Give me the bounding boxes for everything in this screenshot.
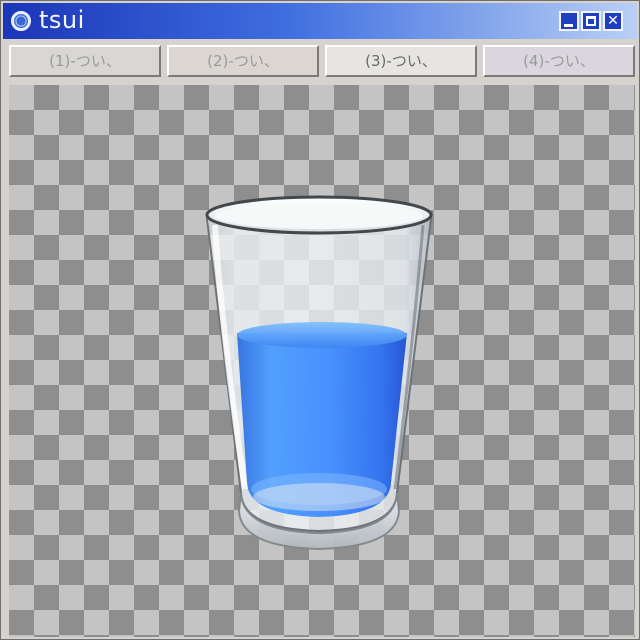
close-button[interactable]: ✕ xyxy=(603,11,623,31)
maximize-icon xyxy=(586,16,596,26)
close-icon: ✕ xyxy=(607,13,619,29)
glass-base-inner xyxy=(253,483,385,511)
tab-2[interactable]: (2)-つい、 xyxy=(167,45,319,77)
water-surface xyxy=(237,322,407,348)
glass-illustration xyxy=(205,195,433,551)
app-icon[interactable] xyxy=(11,11,31,31)
image-canvas[interactable] xyxy=(9,85,635,637)
window-title: tsui xyxy=(39,6,85,34)
minimize-button[interactable] xyxy=(559,11,579,31)
tab-3[interactable]: (3)-つい、 xyxy=(325,45,477,77)
glass-rim-inner xyxy=(215,203,423,229)
title-bar[interactable]: tsui ✕ xyxy=(3,3,637,39)
minimize-icon xyxy=(564,24,573,27)
tab-4[interactable]: (4)-つい、 xyxy=(483,45,635,77)
app-window: tsui ✕ (1)-つい、 (2)-つい、 (3)-つい、 (4)-つい、 xyxy=(0,0,640,640)
maximize-button[interactable] xyxy=(581,11,601,31)
tab-1[interactable]: (1)-つい、 xyxy=(9,45,161,77)
tab-bar: (1)-つい、 (2)-つい、 (3)-つい、 (4)-つい、 xyxy=(7,45,635,77)
